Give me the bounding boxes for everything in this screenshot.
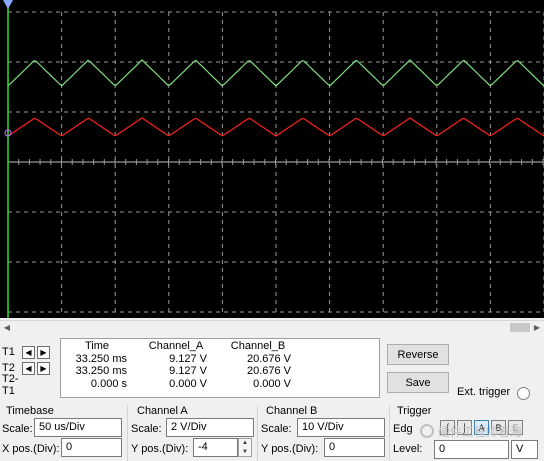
trigger-level-label: Level: bbox=[393, 443, 423, 455]
watermark: 硬件工程师看海 bbox=[420, 420, 544, 442]
save-button[interactable]: Save bbox=[387, 372, 449, 393]
t1-right-arrow-icon[interactable]: ▶ bbox=[37, 345, 50, 359]
channel-a-ypos-spinner[interactable]: ▲ ▼ bbox=[238, 438, 252, 457]
cursor-controls: T1 ◀ ▶ T2 ◀ ▶ T2-T1 bbox=[0, 338, 58, 398]
channel-a-column: Channel_A 9.127 V 9.127 V 0.000 V bbox=[145, 340, 207, 390]
channel-b-ypos-label: Y pos.(Div): bbox=[261, 443, 319, 455]
trigger-level-field[interactable]: 0 bbox=[434, 440, 509, 459]
channel-a-scale-field[interactable]: 2 V/Div bbox=[166, 418, 254, 437]
timebase-xpos-field[interactable]: 0 bbox=[61, 438, 122, 457]
channel-b-column: Channel_B 20.676 V 20.676 V 0.000 V bbox=[225, 340, 291, 390]
reverse-button[interactable]: Reverse bbox=[387, 344, 449, 365]
time-column: Time 33.250 ms 33.250 ms 0.000 s bbox=[67, 340, 127, 390]
delta-channel-b-value: 0.000 V bbox=[253, 377, 291, 390]
divider bbox=[389, 405, 390, 461]
grid bbox=[7, 11, 544, 313]
t1-channel-a-value: 9.127 V bbox=[169, 352, 207, 365]
waveform-display[interactable] bbox=[0, 0, 544, 318]
ext-trigger-label: Ext. trigger bbox=[457, 386, 511, 398]
channel-b-scale-field[interactable]: 10 V/Div bbox=[297, 418, 385, 437]
channel-b-title: Channel B bbox=[266, 405, 318, 417]
t2-t1-label: T2-T1 bbox=[2, 373, 19, 397]
trigger-title: Trigger bbox=[397, 405, 432, 417]
channel-b-ypos-field[interactable]: 0 bbox=[324, 438, 385, 457]
divider bbox=[257, 405, 258, 461]
horizontal-scrollbar[interactable]: ◀ ▶ bbox=[0, 320, 544, 333]
divider bbox=[127, 405, 128, 461]
channel-b-header: Channel_B bbox=[230, 340, 286, 352]
t2-right-arrow-icon[interactable]: ▶ bbox=[37, 361, 50, 375]
t1-label: T1 bbox=[2, 346, 15, 358]
measurement-readout: Time 33.250 ms 33.250 ms 0.000 s Channel… bbox=[60, 338, 380, 398]
t2-left-arrow-icon[interactable]: ◀ bbox=[22, 361, 35, 375]
channel-a-title: Channel A bbox=[137, 405, 188, 417]
timebase-scale-field[interactable]: 50 us/Div bbox=[34, 418, 122, 437]
spin-up-icon[interactable]: ▲ bbox=[239, 439, 251, 448]
trigger-level-unit: V bbox=[511, 440, 538, 459]
channel-a-header: Channel_A bbox=[148, 340, 204, 352]
time-header: Time bbox=[84, 340, 110, 352]
timebase-xpos-label: X pos.(Div): bbox=[2, 443, 60, 455]
channel-a-scale-label: Scale: bbox=[131, 423, 162, 435]
delta-time-value: 0.000 s bbox=[90, 377, 127, 390]
scroll-right-icon[interactable]: ▶ bbox=[530, 321, 544, 334]
t2-channel-b-value: 20.676 V bbox=[246, 365, 291, 377]
channel-b-scale-label: Scale: bbox=[261, 423, 292, 435]
time-cursor-handle[interactable] bbox=[3, 0, 13, 9]
scroll-left-icon[interactable]: ◀ bbox=[0, 321, 14, 334]
wechat-icon bbox=[420, 424, 434, 438]
channel-a-ypos-field[interactable]: -4 bbox=[193, 438, 238, 457]
watermark-text: 硬件工程师看海 bbox=[438, 424, 523, 439]
channel-a-ypos-label: Y pos.(Div): bbox=[131, 443, 189, 455]
t1-left-arrow-icon[interactable]: ◀ bbox=[22, 345, 35, 359]
timebase-title: Timebase bbox=[6, 405, 54, 417]
t2-time-value: 33.250 ms bbox=[75, 365, 127, 377]
timebase-scale-label: Scale: bbox=[2, 423, 33, 435]
t1-channel-b-value: 20.676 V bbox=[246, 352, 291, 365]
scrollbar-thumb[interactable] bbox=[510, 323, 530, 332]
spin-down-icon[interactable]: ▼ bbox=[239, 448, 251, 457]
delta-channel-a-value: 0.000 V bbox=[169, 377, 207, 390]
t1-time-value: 33.250 ms bbox=[75, 352, 127, 365]
oscilloscope-screen[interactable] bbox=[0, 0, 544, 318]
t2-channel-a-value: 9.127 V bbox=[169, 365, 207, 377]
trigger-edge-label: Edg bbox=[393, 423, 413, 435]
ext-trigger-radio[interactable] bbox=[517, 387, 530, 400]
